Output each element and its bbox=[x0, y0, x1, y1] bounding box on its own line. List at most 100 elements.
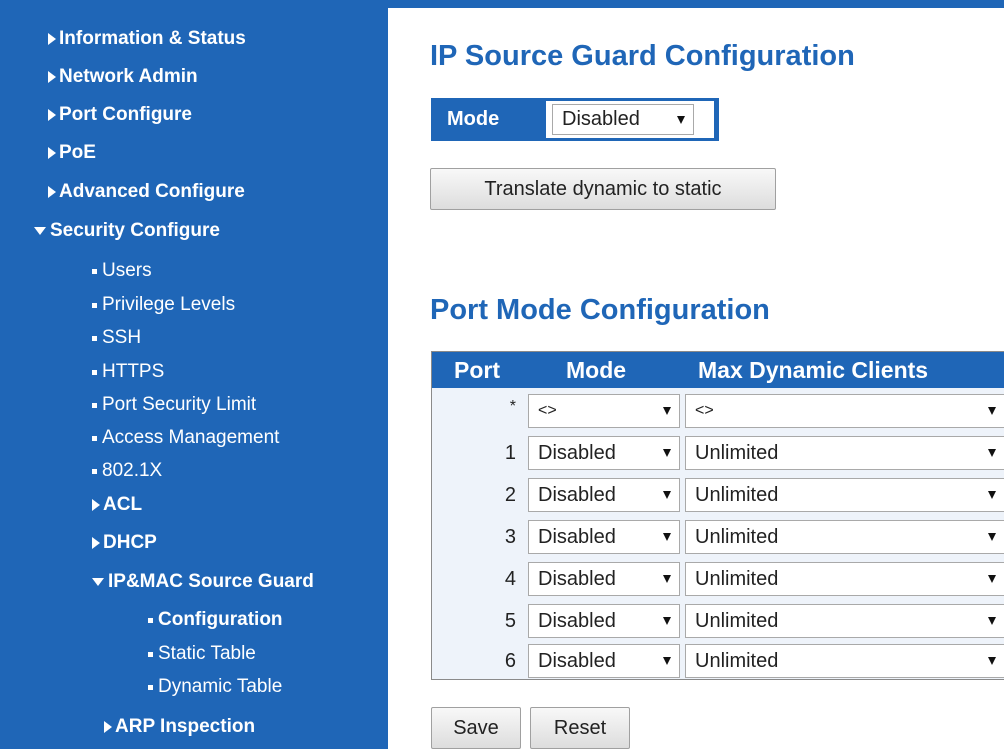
max-dynamic-clients-select[interactable]: Unlimited bbox=[685, 478, 1004, 512]
sidebar-item-port-configure[interactable]: Port Configure bbox=[48, 104, 192, 126]
dropdown-arrow-icon bbox=[663, 449, 671, 457]
mode-select[interactable]: Disabled bbox=[528, 562, 680, 596]
max-select-value: Unlimited bbox=[695, 483, 779, 506]
dropdown-arrow-icon bbox=[988, 449, 996, 457]
sidebar: Information & Status Network Admin Port … bbox=[0, 0, 388, 749]
dropdown-arrow-icon bbox=[663, 657, 671, 665]
sidebar-item-label: DHCP bbox=[103, 532, 157, 553]
sidebar-item-configuration[interactable]: Configuration bbox=[148, 609, 283, 631]
mode-select-value: Disabled bbox=[538, 525, 616, 548]
bullet-icon bbox=[92, 268, 97, 274]
sidebar-item-arp-inspection[interactable]: ARP Inspection bbox=[104, 716, 255, 738]
max-dynamic-clients-select[interactable]: <> bbox=[685, 394, 1004, 428]
sidebar-item-ip-mac-source-guard[interactable]: IP&MAC Source Guard bbox=[92, 571, 314, 593]
sidebar-item-label: Configuration bbox=[158, 609, 283, 630]
sidebar-item-label: 802.1X bbox=[102, 460, 163, 481]
sidebar-item-dhcp[interactable]: DHCP bbox=[92, 532, 157, 554]
column-header-max-dynamic-clients: Max Dynamic Clients bbox=[698, 357, 929, 383]
chevron-right-icon bbox=[48, 71, 56, 83]
dropdown-arrow-icon bbox=[988, 617, 996, 625]
dropdown-arrow-icon bbox=[663, 617, 671, 625]
save-button[interactable]: Save bbox=[431, 707, 521, 749]
mode-label: Mode bbox=[447, 108, 500, 130]
sidebar-item-label: Security Configure bbox=[50, 220, 220, 241]
bullet-icon bbox=[92, 335, 97, 341]
mode-select[interactable]: Disabled bbox=[528, 604, 680, 638]
max-select-value: Unlimited bbox=[695, 525, 779, 548]
reset-button[interactable]: Reset bbox=[530, 707, 630, 749]
sidebar-item-label: ARP Inspection bbox=[115, 716, 256, 737]
chevron-right-icon bbox=[48, 186, 56, 198]
sidebar-item-port-security-limit[interactable]: Port Security Limit bbox=[92, 394, 256, 416]
mode-select[interactable]: <> bbox=[528, 394, 680, 428]
chevron-down-icon bbox=[92, 578, 104, 586]
dropdown-arrow-icon bbox=[988, 575, 996, 583]
column-header-port: Port bbox=[454, 357, 500, 383]
table-row: 5 Disabled Unlimited bbox=[432, 600, 1004, 642]
max-dynamic-clients-select[interactable]: Unlimited bbox=[685, 644, 1004, 678]
bullet-icon bbox=[148, 684, 153, 690]
dropdown-arrow-icon bbox=[988, 533, 996, 541]
sidebar-item-label: IP&MAC Source Guard bbox=[108, 571, 314, 592]
sidebar-item-802-1x[interactable]: 802.1X bbox=[92, 460, 162, 482]
sidebar-item-label: Advanced Configure bbox=[59, 181, 245, 202]
sidebar-item-label: SSH bbox=[102, 327, 142, 348]
chevron-right-icon bbox=[104, 721, 112, 733]
port-cell: 1 bbox=[504, 442, 516, 464]
dropdown-arrow-icon bbox=[988, 407, 996, 415]
sidebar-item-access-management[interactable]: Access Management bbox=[92, 427, 279, 449]
table-row: 2 Disabled Unlimited bbox=[432, 474, 1004, 516]
sidebar-item-https[interactable]: HTTPS bbox=[92, 361, 164, 383]
sidebar-item-ssh[interactable]: SSH bbox=[92, 327, 141, 349]
mode-select-value: Disabled bbox=[538, 567, 616, 590]
bullet-icon bbox=[92, 369, 97, 375]
sidebar-item-users[interactable]: Users bbox=[92, 260, 152, 282]
table-row: 3 Disabled Unlimited bbox=[432, 516, 1004, 558]
mode-select-value: Disabled bbox=[538, 649, 616, 672]
port-cell: 5 bbox=[504, 610, 516, 632]
sidebar-item-network-admin[interactable]: Network Admin bbox=[48, 66, 198, 88]
dropdown-arrow-icon bbox=[663, 491, 671, 499]
sidebar-item-security-configure[interactable]: Security Configure bbox=[34, 220, 220, 242]
bullet-icon bbox=[92, 435, 97, 441]
sidebar-item-label: Dynamic Table bbox=[158, 676, 283, 697]
max-dynamic-clients-select[interactable]: Unlimited bbox=[685, 562, 1004, 596]
table-row: 6 Disabled Unlimited bbox=[432, 640, 1004, 682]
port-mode-section-title: Port Mode Configuration bbox=[430, 294, 770, 326]
sidebar-item-dynamic-table[interactable]: Dynamic Table bbox=[148, 676, 282, 698]
column-header-mode: Mode bbox=[566, 357, 627, 383]
mode-select[interactable]: Disabled bbox=[528, 436, 680, 470]
sidebar-item-acl[interactable]: ACL bbox=[92, 494, 142, 516]
dropdown-arrow-icon bbox=[663, 575, 671, 583]
mode-select[interactable]: Disabled bbox=[528, 520, 680, 554]
sidebar-item-information-status[interactable]: Information & Status bbox=[48, 28, 246, 50]
sidebar-item-static-table[interactable]: Static Table bbox=[148, 643, 256, 665]
max-select-value: Unlimited bbox=[695, 649, 779, 672]
table-row: 4 Disabled Unlimited bbox=[432, 558, 1004, 600]
table-header: Port Mode Max Dynamic Clients bbox=[432, 352, 1004, 388]
translate-dynamic-to-static-button[interactable]: Translate dynamic to static bbox=[430, 168, 776, 210]
max-dynamic-clients-select[interactable]: Unlimited bbox=[685, 436, 1004, 470]
mode-select[interactable]: Disabled bbox=[546, 101, 714, 138]
mode-select-value: Disabled bbox=[538, 441, 616, 464]
port-cell: 3 bbox=[504, 526, 516, 548]
sidebar-item-label: Static Table bbox=[158, 643, 256, 664]
mode-select[interactable]: Disabled bbox=[528, 478, 680, 512]
mode-control: Mode Disabled bbox=[431, 98, 719, 141]
chevron-right-icon bbox=[92, 537, 100, 549]
sidebar-item-privilege-levels[interactable]: Privilege Levels bbox=[92, 294, 235, 316]
port-cell: 2 bbox=[504, 484, 516, 506]
max-select-value: <> bbox=[695, 402, 714, 419]
max-dynamic-clients-select[interactable]: Unlimited bbox=[685, 520, 1004, 554]
sidebar-item-advanced-configure[interactable]: Advanced Configure bbox=[48, 181, 245, 203]
bullet-icon bbox=[148, 651, 153, 657]
sidebar-item-label: Access Management bbox=[102, 427, 280, 448]
max-dynamic-clients-select[interactable]: Unlimited bbox=[685, 604, 1004, 638]
dropdown-arrow-icon bbox=[988, 657, 996, 665]
sidebar-item-label: HTTPS bbox=[102, 361, 165, 382]
mode-select[interactable]: Disabled bbox=[528, 644, 680, 678]
sidebar-item-label: Port Security Limit bbox=[102, 394, 257, 415]
bullet-icon bbox=[92, 402, 97, 408]
sidebar-item-poe[interactable]: PoE bbox=[48, 142, 96, 164]
bullet-icon bbox=[148, 617, 153, 623]
